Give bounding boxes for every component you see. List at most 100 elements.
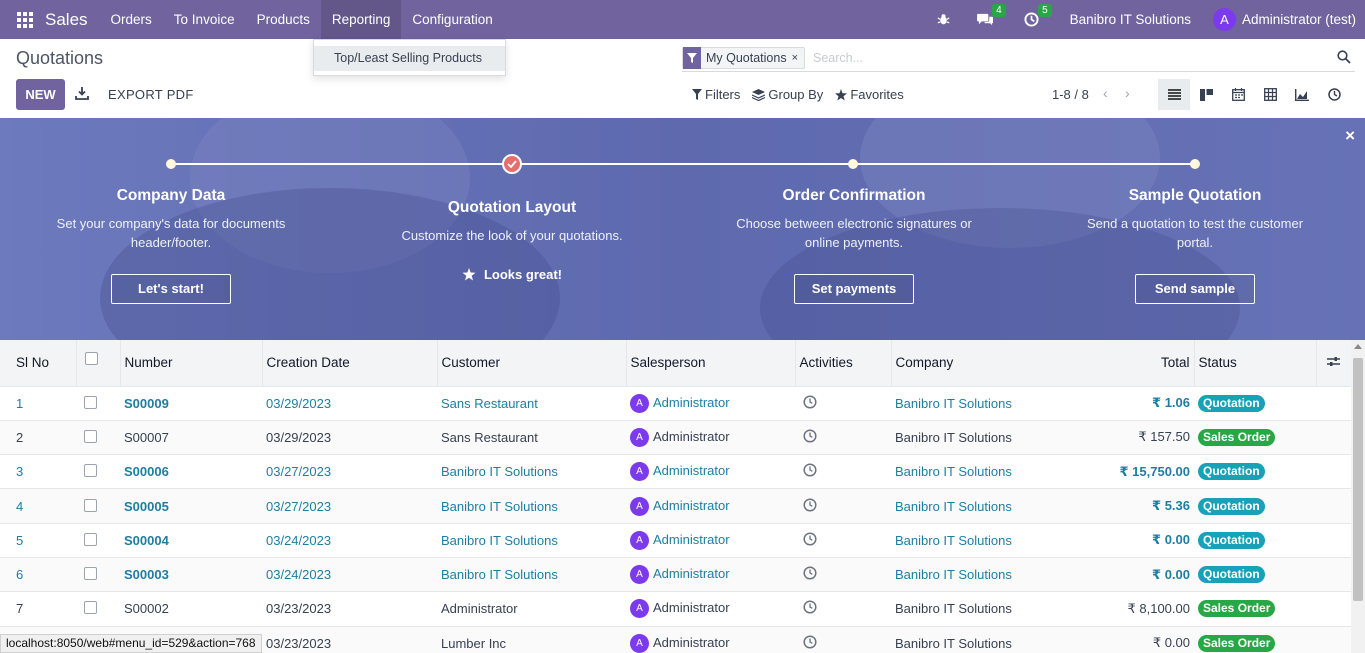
lets-start-button[interactable]: Let's start! bbox=[111, 274, 231, 304]
menu-configuration[interactable]: Configuration bbox=[401, 0, 503, 39]
menu-orders[interactable]: Orders bbox=[100, 0, 163, 39]
app-name[interactable]: Sales bbox=[45, 10, 88, 30]
facet-remove-icon[interactable]: × bbox=[792, 52, 804, 64]
activity-clock-icon[interactable] bbox=[803, 600, 817, 614]
table-row[interactable]: 6 S00003 03/24/2023 Banibro IT Solutions A Ad… bbox=[0, 557, 1351, 592]
filters-button[interactable]: Filters bbox=[692, 87, 740, 102]
chevron-left-icon[interactable]: ‹ bbox=[1103, 85, 1108, 101]
cell-activities[interactable] bbox=[795, 626, 891, 653]
row-checkbox-cell[interactable] bbox=[76, 420, 120, 454]
col-activities[interactable]: Activities bbox=[795, 340, 892, 386]
col-customer[interactable]: Customer bbox=[437, 340, 627, 386]
pivot-view-icon[interactable] bbox=[1254, 79, 1286, 110]
menu-products[interactable]: Products bbox=[246, 0, 321, 39]
col-company[interactable]: Company bbox=[891, 340, 1079, 386]
activity-clock-icon[interactable] bbox=[803, 497, 817, 512]
col-total[interactable]: Total bbox=[1079, 340, 1195, 386]
apps-menu-icon[interactable] bbox=[17, 11, 33, 28]
table-row[interactable]: 1 S00009 03/29/2023 Sans Restaurant A Adminis… bbox=[0, 386, 1351, 420]
chevron-right-icon[interactable]: › bbox=[1125, 85, 1130, 101]
menu-reporting[interactable]: Reporting bbox=[320, 0, 402, 39]
cell-total: ₹ 5.36 bbox=[1152, 498, 1190, 514]
activity-clock-icon[interactable] bbox=[803, 395, 817, 409]
activity-clock-icon[interactable] bbox=[803, 429, 817, 443]
row-checkbox[interactable] bbox=[84, 601, 97, 615]
navbar-systray: 4 5 Banibro IT Solutions A Administrator… bbox=[926, 0, 1365, 39]
vertical-scrollbar[interactable] bbox=[1351, 340, 1365, 653]
cell-activities[interactable] bbox=[795, 455, 891, 489]
cell-activities[interactable] bbox=[795, 557, 891, 591]
select-all-checkbox[interactable] bbox=[84, 352, 98, 366]
pager-value[interactable]: 1-8 / 8 bbox=[1052, 87, 1089, 102]
table-row[interactable]: 2 S00007 03/29/2023 Sans Restaurant A Adminis… bbox=[0, 420, 1351, 455]
user-menu[interactable]: Administrator (test) bbox=[1242, 12, 1356, 27]
activity-clock-icon[interactable] bbox=[803, 566, 817, 580]
list-view-icon[interactable] bbox=[1158, 79, 1190, 110]
export-pdf-button[interactable]: EXPORT PDF bbox=[108, 87, 194, 102]
row-checkbox[interactable] bbox=[84, 430, 97, 443]
cell-status: Quotation bbox=[1194, 455, 1316, 489]
favorites-button[interactable]: Favorites bbox=[835, 87, 904, 102]
cell-activities[interactable] bbox=[795, 489, 891, 523]
group-by-button[interactable]: Group By bbox=[752, 87, 823, 102]
cell-status: Quotation bbox=[1194, 523, 1316, 557]
cell-activities[interactable] bbox=[795, 420, 891, 454]
row-checkbox-cell[interactable] bbox=[76, 592, 120, 626]
step-title: Order Confirmation bbox=[782, 187, 926, 204]
close-banner-icon[interactable]: × bbox=[1345, 126, 1355, 146]
graph-view-icon[interactable] bbox=[1286, 79, 1318, 110]
status-badge: Sales Order bbox=[1198, 600, 1276, 618]
row-checkbox-cell[interactable] bbox=[76, 386, 120, 420]
row-checkbox-cell[interactable] bbox=[76, 455, 120, 489]
row-checkbox[interactable] bbox=[84, 395, 97, 409]
table-row[interactable]: 3 S00006 03/27/2023 Banibro IT Solutions A Ad… bbox=[0, 454, 1351, 489]
row-checkbox-cell[interactable] bbox=[76, 557, 120, 591]
row-checkbox[interactable] bbox=[84, 532, 97, 546]
col-salesperson[interactable]: Salesperson bbox=[626, 340, 796, 386]
activity-clock-icon[interactable] bbox=[803, 463, 817, 477]
col-number[interactable]: Number bbox=[120, 340, 263, 386]
row-checkbox-cell[interactable] bbox=[76, 489, 120, 523]
step-company-data: Company Data Set your company's data for… bbox=[41, 187, 301, 304]
kanban-view-icon[interactable] bbox=[1190, 79, 1222, 110]
send-sample-button[interactable]: Send sample bbox=[1135, 274, 1255, 304]
onboarding-banner: × Company Data Set your company's data f… bbox=[0, 118, 1365, 340]
cell-number: S00007 bbox=[124, 429, 169, 445]
activity-clock-icon[interactable]: 5 bbox=[1022, 3, 1052, 30]
table-row[interactable]: 5 S00004 03/24/2023 Banibro IT Solutions A Ad… bbox=[0, 523, 1351, 557]
activity-clock-icon[interactable] bbox=[803, 635, 817, 649]
cell-activities[interactable] bbox=[795, 592, 891, 626]
activity-view-icon[interactable] bbox=[1318, 79, 1350, 110]
download-icon[interactable] bbox=[75, 86, 89, 100]
row-checkbox[interactable] bbox=[84, 567, 97, 581]
cell-status: Sales Order bbox=[1194, 592, 1316, 626]
menu-top-least-selling-products[interactable]: Top/Least Selling Products bbox=[314, 46, 505, 71]
scroll-thumb[interactable] bbox=[1353, 358, 1363, 601]
table-row[interactable]: 4 S00005 03/27/2023 Banibro IT Solutions A Ad… bbox=[0, 488, 1351, 524]
row-checkbox-cell[interactable] bbox=[76, 523, 120, 557]
cell-activities[interactable] bbox=[795, 386, 891, 420]
set-payments-button[interactable]: Set payments bbox=[794, 274, 914, 304]
chat-icon[interactable]: 4 bbox=[976, 3, 1006, 30]
select-all-checkbox-cell[interactable] bbox=[76, 340, 121, 386]
cell-salesperson: A Administrator bbox=[626, 420, 795, 454]
bug-icon[interactable] bbox=[934, 10, 954, 30]
menu-to-invoice[interactable]: To Invoice bbox=[163, 0, 246, 39]
company-switcher[interactable]: Banibro IT Solutions bbox=[1070, 12, 1191, 27]
scroll-up-arrow-icon[interactable] bbox=[1354, 344, 1362, 349]
status-badge: Quotation bbox=[1198, 394, 1265, 412]
new-button[interactable]: NEW bbox=[16, 79, 65, 110]
row-checkbox[interactable] bbox=[84, 464, 97, 478]
col-creation-date[interactable]: Creation Date bbox=[262, 340, 438, 386]
search-icon[interactable] bbox=[1337, 50, 1351, 64]
table-row[interactable]: 7 S00002 03/23/2023 Administrator A Administr… bbox=[0, 591, 1351, 626]
col-status[interactable]: Status bbox=[1194, 340, 1317, 386]
user-avatar[interactable]: A bbox=[1212, 8, 1236, 31]
optional-columns-icon[interactable] bbox=[1316, 340, 1351, 386]
search-input[interactable] bbox=[813, 49, 1313, 67]
col-sl-no[interactable]: Sl No bbox=[0, 340, 77, 386]
activity-clock-icon[interactable] bbox=[803, 532, 817, 546]
calendar-view-icon[interactable] bbox=[1222, 79, 1254, 110]
cell-activities[interactable] bbox=[795, 523, 891, 557]
row-checkbox[interactable] bbox=[84, 498, 97, 512]
